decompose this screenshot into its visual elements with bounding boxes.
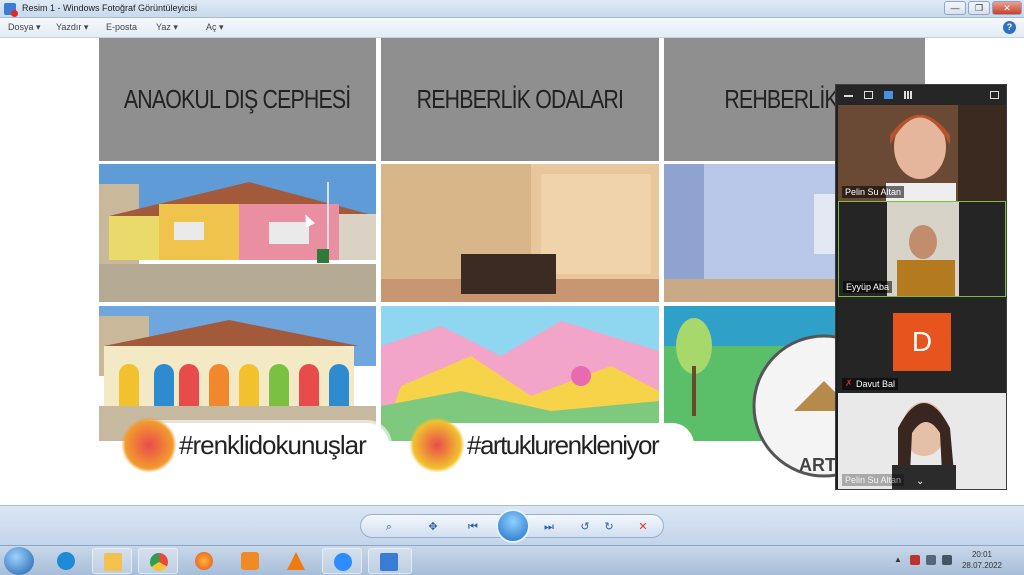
tray-flag-icon[interactable] — [910, 555, 920, 565]
photo-viewer-icon — [380, 553, 398, 571]
taskbar-photo-viewer[interactable] — [368, 548, 412, 574]
menu-file[interactable]: Dosya ▾ — [8, 22, 41, 33]
participant-name: Eyyüp Aba — [843, 281, 893, 293]
header-kindergarten: ANAOKUL DIŞ CEPHESİ — [99, 38, 376, 161]
hashtag-text-2: #artuklurenkleniyor — [467, 430, 660, 460]
kindergarten-colorful-photo — [99, 306, 376, 502]
clock-time: 20:01 — [971, 550, 992, 559]
navigation-controls: ⌕ ✥ ⏮ ⏭ ↺ ↻ ✕ — [360, 509, 664, 543]
participant-tile-2[interactable]: Eyyüp Aba — [838, 201, 1006, 297]
maximize-button[interactable]: ❐ — [968, 1, 990, 15]
exit-fullscreen-icon[interactable] — [990, 91, 999, 99]
folder-icon — [104, 553, 122, 571]
menu-print[interactable]: Yazdır ▾ — [56, 22, 88, 33]
taskbar-zoom[interactable] — [322, 548, 362, 574]
delete-icon[interactable]: ✕ — [635, 519, 651, 535]
mural-photo — [381, 306, 659, 502]
chrome-icon — [150, 553, 168, 571]
recording-indicator-icon — [11, 10, 18, 17]
actual-size-icon[interactable]: ✥ — [425, 519, 441, 535]
zoom-icon[interactable]: ⌕ — [381, 519, 397, 535]
taskbar-chrome[interactable] — [138, 548, 178, 574]
participant-tile-4[interactable]: Pelin Su Altan ⌄ — [838, 393, 1006, 489]
hash-splash-icon — [409, 417, 465, 473]
network-icon[interactable] — [926, 555, 936, 565]
help-icon[interactable]: ? — [1003, 21, 1016, 34]
taskbar-vlc[interactable] — [276, 548, 316, 574]
participant-avatar: D — [893, 313, 951, 371]
slideshow-button[interactable] — [496, 509, 530, 543]
gallery-view-icon[interactable] — [904, 91, 913, 99]
participant-tile-3[interactable]: D Davut Bal ✗ — [838, 297, 1006, 393]
windows-taskbar: ▲ 20:01 28.07.2022 — [0, 545, 1024, 575]
window-title: Resim 1 - Windows Fotoğraf Görüntüleyici… — [22, 3, 198, 13]
tray-arrow-icon[interactable]: ▲ — [894, 555, 904, 565]
chevron-down-icon[interactable]: ⌄ — [916, 476, 924, 487]
viewer-toolbar: ⌕ ✥ ⏮ ⏭ ↺ ↻ ✕ — [0, 505, 1024, 545]
volume-icon[interactable] — [942, 555, 952, 565]
presentation-slide: ANAOKUL DIŞ CEPHESİ REHBERLİK ODALARI RE… — [99, 38, 925, 502]
hash-splash-icon — [121, 417, 177, 473]
rotate-left-icon[interactable]: ↺ — [577, 519, 593, 535]
next-icon[interactable]: ⏭ — [541, 519, 557, 535]
media-player-icon — [241, 552, 259, 570]
muted-mic-icon: ✗ — [845, 378, 853, 388]
close-button[interactable]: ✕ — [992, 1, 1022, 15]
menu-bar: Dosya ▾ Yazdır ▾ E-posta Yaz ▾ Aç ▾ ? — [0, 18, 1024, 38]
speaker-view-icon[interactable] — [884, 91, 893, 99]
rotate-right-icon[interactable]: ↻ — [601, 519, 617, 535]
internet-explorer-icon — [57, 552, 75, 570]
kindergarten-exterior-photo — [99, 164, 376, 302]
clock-date: 28.07.2022 — [961, 561, 1002, 570]
taskbar-firefox[interactable] — [184, 548, 224, 574]
firefox-icon — [195, 552, 213, 570]
taskbar-media-player[interactable] — [230, 548, 270, 574]
menu-burn[interactable]: Yaz ▾ — [156, 22, 178, 33]
clock[interactable]: 20:01 28.07.2022 — [962, 549, 1002, 571]
zoom-panel-toolbar — [836, 85, 1006, 105]
participant-name: Pelin Su Altan — [842, 474, 905, 486]
hashtag-banner-2: #artuklurenkleniyor — [409, 417, 694, 473]
taskbar-explorer[interactable] — [92, 548, 132, 574]
single-view-icon[interactable] — [864, 91, 873, 99]
hashtag-banner-1: #renklidokunuşlar — [121, 417, 389, 473]
hashtag-text-1: #renklidokunuşlar — [179, 430, 367, 460]
minimize-icon[interactable] — [844, 95, 853, 97]
guidance-room-photo — [381, 164, 659, 302]
window-titlebar: Resim 1 - Windows Fotoğraf Görüntüleyici… — [0, 0, 1024, 18]
vlc-icon — [287, 552, 305, 570]
participant-name: Pelin Su Altan — [842, 186, 905, 198]
logo-text: ART — [799, 455, 836, 475]
start-button-icon[interactable] — [4, 547, 34, 575]
previous-icon[interactable]: ⏮ — [465, 519, 481, 535]
minimize-button[interactable]: — — [944, 1, 966, 15]
menu-open[interactable]: Aç ▾ — [206, 22, 224, 33]
menu-email[interactable]: E-posta — [106, 22, 137, 32]
participant-tile-1[interactable]: Pelin Su Altan — [838, 105, 1006, 201]
zoom-video-panel: Pelin Su Altan Eyyüp Aba D Davut Bal ✗ P… — [835, 84, 1007, 490]
zoom-app-icon — [334, 553, 352, 571]
header-guidance-rooms: REHBERLİK ODALARI — [381, 38, 659, 161]
taskbar-ie[interactable] — [46, 548, 86, 574]
